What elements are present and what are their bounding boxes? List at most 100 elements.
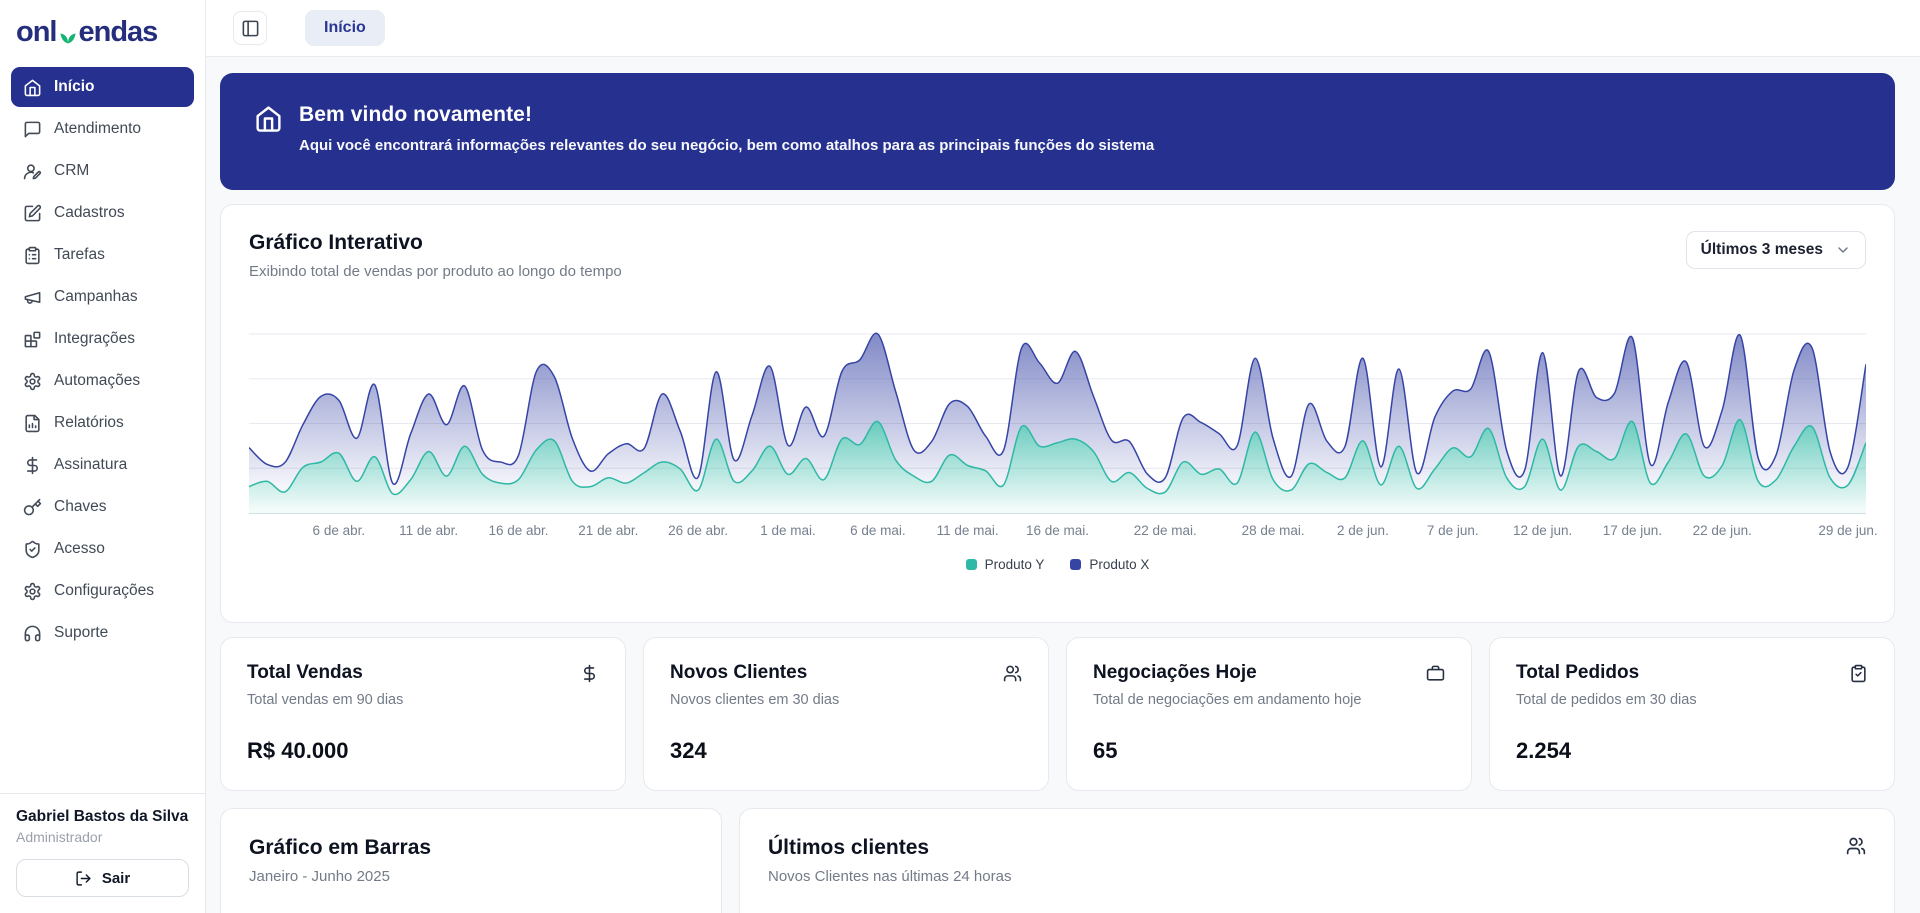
sidebar-item-integracoes[interactable]: Integrações	[11, 319, 194, 359]
gear-icon	[23, 372, 42, 391]
sidebar-item-label: CRM	[54, 162, 89, 180]
sidebar-item-label: Automações	[54, 372, 140, 390]
panel-left-icon	[241, 19, 260, 38]
sidebar-item-label: Assinatura	[54, 456, 127, 474]
x-axis-tick: 2 de jun.	[1337, 523, 1389, 538]
dollar-icon	[23, 456, 42, 475]
stat-value: 65	[1093, 738, 1445, 766]
sidebar-item-campanhas[interactable]: Campanhas	[11, 277, 194, 317]
chart-title: Gráfico Interativo	[249, 231, 622, 255]
stat-card-header: Novos Clientes	[670, 662, 1022, 684]
x-axis-tick: 21 de abr.	[578, 523, 638, 538]
stat-subtitle: Novos clientes em 30 dias	[670, 692, 1022, 708]
stat-subtitle: Total de negociações em andamento hoje	[1093, 692, 1445, 708]
sidebar-item-label: Relatórios	[54, 414, 124, 432]
sidebar-item-inicio[interactable]: Início	[11, 67, 194, 107]
banner-subtitle: Aqui você encontrará informações relevan…	[299, 137, 1154, 154]
stat-card-negociacoes-hoje: Negociações Hoje Total de negociações em …	[1066, 637, 1472, 791]
file-chart-icon	[23, 414, 42, 433]
x-axis-tick: 6 de mai.	[850, 523, 906, 538]
stat-subtitle: Total vendas em 90 dias	[247, 692, 599, 708]
chart-subtitle: Exibindo total de vendas por produto ao …	[249, 263, 622, 280]
chart-header-text: Gráfico Interativo Exibindo total de ven…	[249, 231, 622, 280]
recent-clients-card: Últimos clientes Novos Clientes nas últi…	[739, 808, 1895, 913]
sidebar-item-chaves[interactable]: Chaves	[11, 487, 194, 527]
sidebar-item-acesso[interactable]: Acesso	[11, 529, 194, 569]
sidebar-item-relatorios[interactable]: Relatórios	[11, 403, 194, 443]
brand-logo[interactable]: onl endas	[0, 0, 205, 61]
x-axis-tick: 1 de mai.	[760, 523, 816, 538]
sidebar-item-tarefas[interactable]: Tarefas	[11, 235, 194, 275]
banner-text: Bem vindo novamente! Aqui você encontrar…	[299, 103, 1154, 154]
main-area: Início Bem vindo novamente! Aqui você en…	[206, 0, 1920, 913]
sidebar-item-atendimento[interactable]: Atendimento	[11, 109, 194, 149]
stat-value: R$ 40.000	[247, 738, 599, 766]
legend-label: Produto X	[1089, 557, 1149, 572]
x-axis-tick: 16 de abr.	[488, 523, 548, 538]
range-select[interactable]: Últimos 3 meses	[1686, 231, 1866, 269]
stat-value: 324	[670, 738, 1022, 766]
sidebar-toggle-button[interactable]	[233, 11, 267, 45]
users-icon	[1003, 664, 1022, 683]
topbar: Início	[206, 0, 1920, 57]
stat-title: Total Pedidos	[1516, 662, 1639, 684]
bar-chart-card: Gráfico em Barras Janeiro - Junho 2025	[220, 808, 722, 913]
briefcase-icon	[1426, 664, 1445, 683]
x-axis-tick: 12 de jun.	[1513, 523, 1572, 538]
user-section: Gabriel Bastos da Silva Administrador Sa…	[0, 793, 205, 913]
headset-icon	[23, 624, 42, 643]
stat-title: Total Vendas	[247, 662, 363, 684]
sidebar-item-crm[interactable]: CRM	[11, 151, 194, 191]
sidebar-item-label: Chaves	[54, 498, 107, 516]
legend-item-produto-y: Produto Y	[966, 557, 1045, 572]
shield-check-icon	[23, 540, 42, 559]
x-axis-tick: 22 de mai.	[1134, 523, 1197, 538]
bottom-row: Gráfico em Barras Janeiro - Junho 2025 Ú…	[220, 808, 1895, 913]
chat-icon	[23, 120, 42, 139]
sidebar-item-cadastros[interactable]: Cadastros	[11, 193, 194, 233]
recent-clients-title: Últimos clientes	[768, 836, 1011, 860]
stat-card-total-pedidos: Total PedidosTotal de pedidos em 30 dias…	[1489, 637, 1895, 791]
recent-clients-header: Últimos clientes Novos Clientes nas últi…	[768, 836, 1866, 885]
sidebar-item-label: Configurações	[54, 582, 154, 600]
sidebar-item-assinatura[interactable]: Assinatura	[11, 445, 194, 485]
legend-item-produto-x: Produto X	[1070, 557, 1149, 572]
sidebar-item-label: Campanhas	[54, 288, 138, 306]
sidebar-item-label: Início	[54, 78, 94, 96]
logout-button[interactable]: Sair	[16, 859, 189, 897]
sidebar-item-suporte[interactable]: Suporte	[11, 613, 194, 653]
stat-card-total-vendas: Total Vendas Total vendas em 90 dias R$ 40…	[220, 637, 626, 791]
sidebar-item-label: Tarefas	[54, 246, 105, 264]
bar-chart-subtitle: Janeiro - Junho 2025	[249, 868, 693, 885]
legend-color-swatch	[1070, 559, 1081, 570]
x-axis-tick: 28 de mai.	[1242, 523, 1305, 538]
range-select-value: Últimos 3 meses	[1701, 241, 1823, 259]
sidebar-item-label: Suporte	[54, 624, 108, 642]
logout-icon	[75, 870, 92, 887]
square-pen-icon	[23, 204, 42, 223]
main-content: Bem vindo novamente! Aqui você encontrar…	[206, 57, 1920, 913]
interactive-area-chart[interactable]	[249, 322, 1866, 514]
sidebar-item-label: Cadastros	[54, 204, 125, 222]
x-axis-tick: 11 de abr.	[399, 523, 458, 538]
chart-legend: Produto Y Produto X	[249, 557, 1866, 572]
stat-title: Negociações Hoje	[1093, 662, 1257, 684]
sidebar-item-automacoes[interactable]: Automações	[11, 361, 194, 401]
stat-card-header: Total Pedidos	[1516, 662, 1868, 684]
dollar-icon	[580, 664, 599, 683]
chart-body: 6 de abr.11 de abr.16 de abr.21 de abr.2…	[249, 322, 1866, 572]
home-icon	[254, 104, 283, 133]
sidebar-item-configuracoes[interactable]: Configurações	[11, 571, 194, 611]
user-name: Gabriel Bastos da Silva	[16, 808, 189, 826]
sidebar-item-label: Acesso	[54, 540, 105, 558]
x-axis-tick: 17 de jun.	[1603, 523, 1662, 538]
x-axis-tick: 7 de jun.	[1427, 523, 1479, 538]
clipboard-list-icon	[23, 246, 42, 265]
tab-inicio[interactable]: Início	[305, 10, 385, 46]
bar-chart-title: Gráfico em Barras	[249, 836, 693, 860]
clipboard-icon	[1849, 664, 1868, 683]
brand-text-prefix: onl	[16, 16, 57, 49]
x-axis-ticks: 6 de abr.11 de abr.16 de abr.21 de abr.2…	[249, 523, 1866, 545]
blocks-icon	[23, 330, 42, 349]
sidebar-menu: Início Atendimento CRM Cadastros Tarefas Camp…	[0, 61, 205, 655]
